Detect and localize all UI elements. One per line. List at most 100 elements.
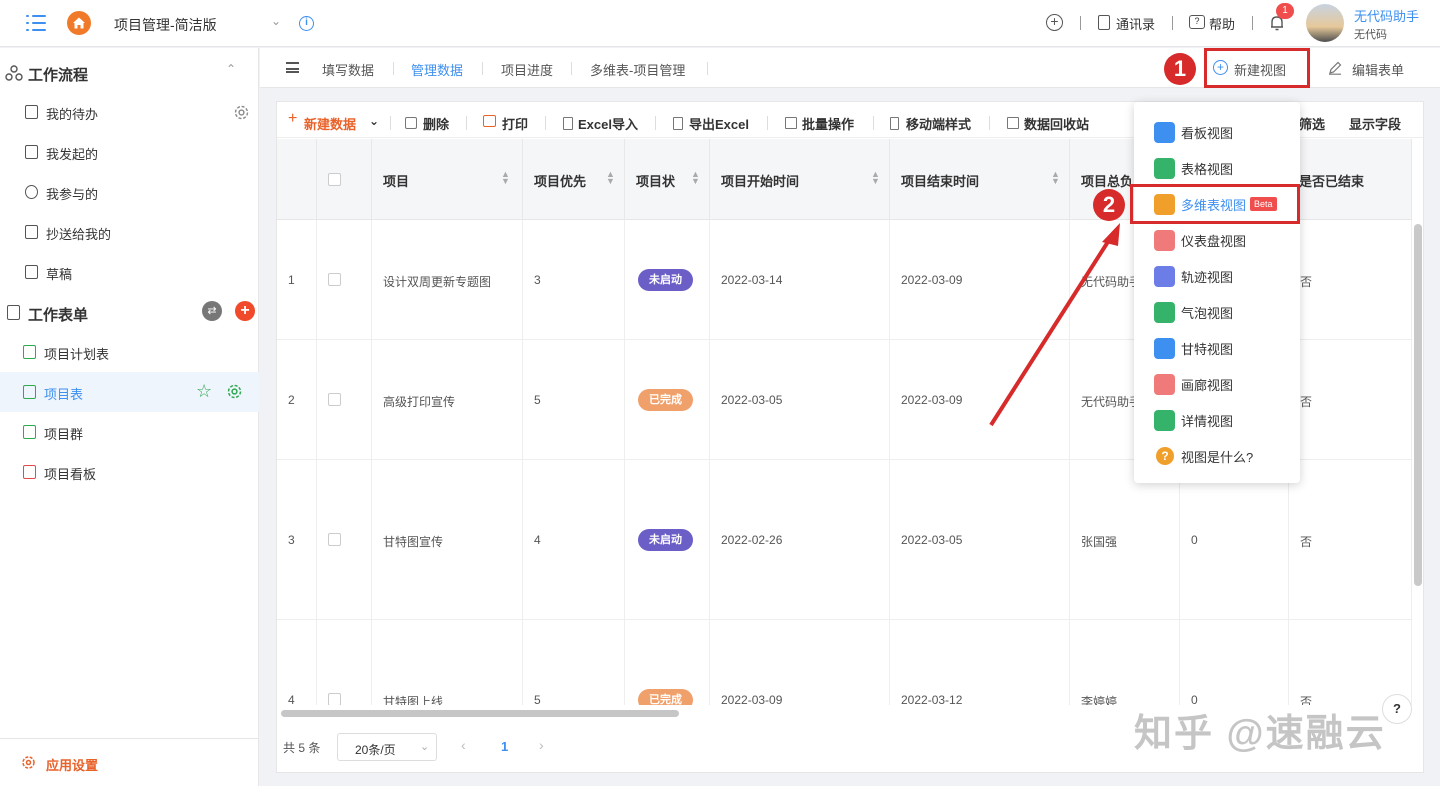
contacts-link[interactable]: 通讯录 bbox=[1116, 14, 1155, 33]
batch-operation-button[interactable]: 批量操作 bbox=[802, 114, 854, 133]
table-cell[interactable]: 2022-03-09 bbox=[710, 620, 890, 705]
table-cell[interactable]: 4 bbox=[523, 460, 625, 620]
menu-icon[interactable] bbox=[26, 14, 46, 32]
delete-button[interactable]: 删除 bbox=[423, 114, 449, 133]
menu-item-table[interactable]: 表格视图 bbox=[1134, 149, 1300, 185]
page-size-select[interactable]: 20条/页 ⌄ bbox=[337, 733, 437, 761]
edit-form-button[interactable]: 编辑表单 bbox=[1328, 54, 1418, 82]
table-cell[interactable]: 否 bbox=[1289, 220, 1412, 340]
menu-item-dashboard[interactable]: 仪表盘视图 bbox=[1134, 221, 1300, 257]
recycle-bin-button[interactable]: 数据回收站 bbox=[1024, 114, 1089, 133]
gear-icon[interactable] bbox=[233, 104, 250, 121]
sidebar-item-drafts[interactable]: 草稿 bbox=[0, 252, 259, 292]
excel-import-button[interactable]: Excel导入 bbox=[578, 114, 638, 133]
table-cell[interactable]: 3 bbox=[523, 220, 625, 340]
filter-button[interactable]: 筛选 bbox=[1299, 114, 1325, 133]
row-checkbox[interactable] bbox=[328, 393, 341, 406]
current-page[interactable]: 1 bbox=[501, 739, 508, 754]
mobile-style-button[interactable]: 移动端样式 bbox=[906, 114, 971, 133]
table-cell[interactable]: 2022-03-14 bbox=[710, 220, 890, 340]
new-data-button[interactable]: 新建数据 bbox=[304, 114, 356, 133]
table-cell[interactable]: 3 bbox=[277, 460, 317, 620]
menu-item-bubble-map[interactable]: 气泡视图 bbox=[1134, 293, 1300, 329]
table-cell[interactable]: 甘特图宣传 bbox=[372, 460, 523, 620]
sidebar-item-participated[interactable]: 我参与的 bbox=[0, 172, 259, 212]
column-header[interactable]: 项目开始时间 ▲ ▼ bbox=[710, 139, 890, 220]
tab-progress[interactable]: 项目进度 bbox=[501, 60, 553, 79]
sidebar-item-group[interactable]: 项目群 bbox=[0, 412, 259, 452]
table-cell[interactable]: 否 bbox=[1289, 340, 1412, 460]
star-icon[interactable]: ☆ bbox=[196, 381, 212, 402]
table-cell[interactable]: 0 bbox=[1180, 460, 1289, 620]
table-cell[interactable]: 已完成 bbox=[625, 340, 710, 460]
info-icon[interactable]: i bbox=[299, 16, 314, 31]
sidebar-item-initiated[interactable]: 我发起的 bbox=[0, 132, 259, 172]
list-icon[interactable] bbox=[286, 62, 299, 73]
table-cell[interactable]: 否 bbox=[1289, 460, 1412, 620]
show-fields-button[interactable]: 显示字段 bbox=[1349, 114, 1401, 133]
row-checkbox[interactable] bbox=[328, 693, 341, 705]
table-cell[interactable]: 未启动 bbox=[625, 220, 710, 340]
table-cell[interactable]: 已完成 bbox=[625, 620, 710, 705]
table-cell[interactable] bbox=[317, 340, 372, 460]
sidebar-item-project-table[interactable]: 项目表 ☆ bbox=[0, 372, 259, 412]
table-cell[interactable]: 2022-03-05 bbox=[890, 460, 1070, 620]
add-form-icon[interactable]: + bbox=[235, 301, 255, 321]
menu-item-detail[interactable]: 详情视图 bbox=[1134, 401, 1300, 437]
avatar[interactable] bbox=[1306, 4, 1344, 42]
column-header[interactable]: 是否已结束 bbox=[1289, 139, 1412, 220]
sidebar-item-board[interactable]: 项目看板 bbox=[0, 452, 259, 492]
table-cell[interactable] bbox=[317, 460, 372, 620]
column-header[interactable]: 项目结束时间 ▲ ▼ bbox=[890, 139, 1070, 220]
gear-icon[interactable] bbox=[226, 383, 243, 400]
table-cell[interactable]: 0 bbox=[1180, 620, 1289, 705]
tab-multi-table[interactable]: 多维表-项目管理 bbox=[590, 60, 685, 79]
export-excel-button[interactable]: 导出Excel bbox=[689, 114, 749, 133]
menu-item-question[interactable]: ? 视图是什么? bbox=[1134, 437, 1300, 473]
sort-icon[interactable]: ▲ ▼ bbox=[606, 170, 615, 186]
sort-icon[interactable]: ▲ ▼ bbox=[691, 170, 700, 186]
table-cell[interactable]: 4 bbox=[277, 620, 317, 705]
table-cell[interactable]: 5 bbox=[523, 620, 625, 705]
app-settings[interactable]: 应用设置 bbox=[0, 738, 259, 786]
menu-item-kanban[interactable]: 看板视图 bbox=[1134, 113, 1300, 149]
prev-page-icon[interactable]: ‹ bbox=[461, 737, 466, 753]
swap-icon[interactable]: ⇄ bbox=[202, 301, 222, 321]
user-name[interactable]: 无代码助手 bbox=[1354, 6, 1419, 25]
home-icon[interactable] bbox=[67, 11, 91, 35]
sidebar-item-todo[interactable]: 我的待办 bbox=[0, 92, 259, 132]
table-cell[interactable]: 2022-02-26 bbox=[710, 460, 890, 620]
table-cell[interactable]: 2 bbox=[277, 340, 317, 460]
row-checkbox[interactable] bbox=[328, 533, 341, 546]
table-cell[interactable]: 设计双周更新专题图 bbox=[372, 220, 523, 340]
workflow-section[interactable]: 工作流程 ⌃ bbox=[0, 52, 259, 92]
table-cell[interactable]: 5 bbox=[523, 340, 625, 460]
table-cell[interactable]: 甘特图上线 bbox=[372, 620, 523, 705]
tab-fill-data[interactable]: 填写数据 bbox=[322, 60, 374, 79]
chevron-down-icon[interactable]: ⌄ bbox=[369, 114, 379, 128]
table-cell[interactable]: 未启动 bbox=[625, 460, 710, 620]
table-cell[interactable]: 李婷婷 bbox=[1070, 620, 1180, 705]
table-cell[interactable]: 张国强 bbox=[1070, 460, 1180, 620]
tab-manage-data[interactable]: 管理数据 bbox=[411, 60, 463, 79]
table-cell[interactable]: 2022-03-05 bbox=[710, 340, 890, 460]
app-title[interactable]: 项目管理-简洁版 bbox=[114, 15, 217, 35]
table-cell[interactable] bbox=[317, 220, 372, 340]
help-link[interactable]: 帮助 bbox=[1209, 14, 1235, 33]
row-checkbox[interactable] bbox=[328, 273, 341, 286]
print-button[interactable]: 打印 bbox=[502, 114, 528, 133]
table-cell[interactable]: 2022-03-12 bbox=[890, 620, 1070, 705]
sidebar-item-plan[interactable]: 项目计划表 bbox=[0, 332, 259, 372]
help-float-button[interactable]: ? bbox=[1382, 694, 1412, 724]
select-all-checkbox[interactable] bbox=[328, 173, 341, 186]
sort-icon[interactable]: ▲ ▼ bbox=[1051, 170, 1060, 186]
sidebar-item-cc[interactable]: 抄送给我的 bbox=[0, 212, 259, 252]
menu-item-gantt[interactable]: 甘特视图 bbox=[1134, 329, 1300, 365]
menu-item-trajectory[interactable]: 轨迹视图 bbox=[1134, 257, 1300, 293]
menu-item-gallery[interactable]: 画廊视图 bbox=[1134, 365, 1300, 401]
chevron-down-icon[interactable]: ⌄ bbox=[271, 14, 281, 28]
table-cell[interactable]: 高级打印宣传 bbox=[372, 340, 523, 460]
column-header[interactable]: 项目 ▲ ▼ bbox=[372, 139, 523, 220]
table-cell[interactable]: 否 bbox=[1289, 620, 1412, 705]
next-page-icon[interactable]: › bbox=[539, 737, 544, 753]
